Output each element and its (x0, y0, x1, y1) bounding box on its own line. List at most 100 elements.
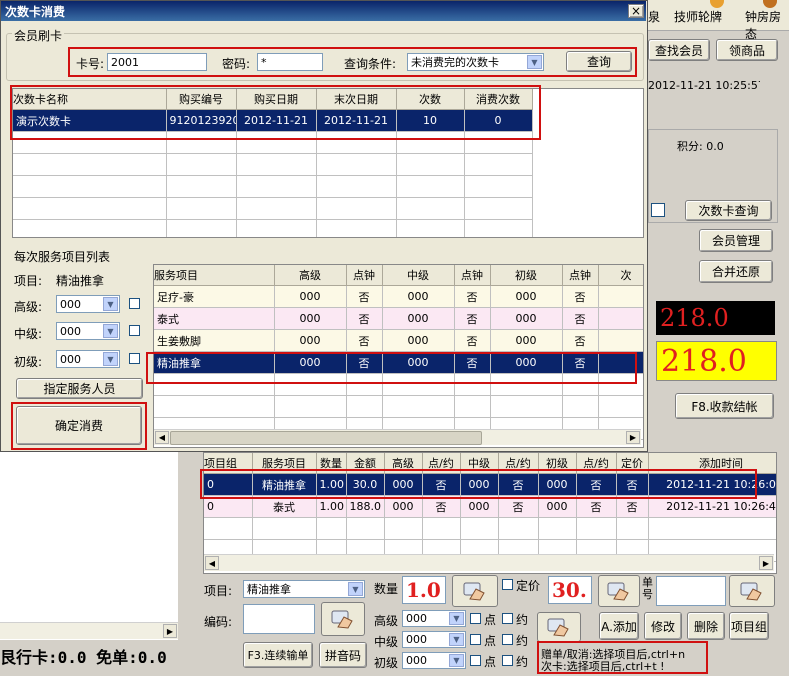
orders-header-cell[interactable]: 点/约 (498, 453, 539, 474)
services-row[interactable] (154, 395, 643, 418)
quantity-keypad-button[interactable] (452, 575, 498, 607)
member-management-button[interactable]: 会员管理 (699, 229, 773, 252)
middle-level-select[interactable]: 000 ▼ (402, 631, 466, 648)
services-header-cell[interactable]: 次 (598, 265, 643, 286)
scroll-left-icon[interactable]: ◀ (155, 431, 169, 444)
toolbar-room-status[interactable]: 钟房房态 (745, 8, 789, 42)
services-header-cell[interactable]: 高级 (274, 265, 347, 286)
chevron-down-icon[interactable]: ▼ (103, 297, 118, 311)
scroll-right-icon[interactable]: ▶ (163, 624, 177, 638)
modify-button[interactable]: 修改 (644, 612, 682, 640)
add-button[interactable]: A.添加 (599, 612, 639, 640)
scroll-thumb[interactable] (170, 431, 482, 445)
price-input[interactable]: 30. (548, 576, 592, 604)
fixed-price-checkbox[interactable] (502, 579, 513, 590)
search-member-button[interactable]: 查找会员 (648, 39, 710, 61)
cards-row[interactable] (13, 219, 533, 237)
orders-header-cell[interactable]: 初级 (538, 453, 577, 474)
middle-yue-checkbox[interactable] (502, 634, 513, 645)
senior-yue-checkbox[interactable] (502, 613, 513, 624)
services-header-cell[interactable]: 点钟 (346, 265, 383, 286)
chevron-down-icon[interactable]: ▼ (103, 324, 118, 338)
orders-header-cell[interactable]: 服务项目 (252, 453, 317, 474)
junior-select[interactable]: 000 ▼ (56, 350, 120, 368)
chevron-down-icon[interactable]: ▼ (527, 55, 542, 69)
cards-header-cell[interactable]: 消费次数 (464, 89, 533, 110)
orders-header-cell[interactable]: 添加时间 (648, 453, 776, 474)
senior-checkbox[interactable] (129, 298, 140, 309)
services-row[interactable]: 精油推拿000否000否000否1 (154, 351, 643, 374)
checkout-button[interactable]: F8.收款结帐 (675, 393, 774, 419)
cards-row[interactable] (13, 153, 533, 176)
orders-row[interactable]: 0 泰式 1.00 188.0 000 否 000 否 000 否否 2012-11-21 10:2… (204, 495, 776, 518)
orders-header-cell[interactable]: 金额 (346, 453, 385, 474)
services-header-cell[interactable]: 服务项目 (154, 265, 275, 286)
middle-select[interactable]: 000 ▼ (56, 322, 120, 340)
services-header-cell[interactable]: 中级 (382, 265, 455, 286)
orders-header-cell[interactable]: 项目组 (204, 453, 253, 474)
orders-header-cell[interactable]: 中级 (460, 453, 499, 474)
orders-header-cell[interactable]: 点/约 (576, 453, 617, 474)
query-button[interactable]: 查询 (566, 51, 632, 72)
card-query-button[interactable]: 次数卡查询 (685, 200, 772, 221)
services-header-cell[interactable]: 初级 (490, 265, 563, 286)
cards-header-cell[interactable]: 购买编号 (166, 89, 237, 110)
junior-dian-checkbox[interactable] (470, 655, 481, 666)
cards-header-cell[interactable]: 末次日期 (316, 89, 397, 110)
services-row[interactable]: 生姜敷脚000否000否000否1 (154, 329, 643, 352)
senior-select[interactable]: 000 ▼ (56, 295, 120, 313)
junior-yue-checkbox[interactable] (502, 655, 513, 666)
code-keypad-button[interactable] (321, 602, 365, 636)
senior-dian-checkbox[interactable] (470, 613, 481, 624)
single-no-input[interactable] (656, 576, 726, 606)
services-row[interactable] (154, 373, 643, 396)
delete-button[interactable]: 删除 (687, 612, 725, 640)
chevron-down-icon[interactable]: ▼ (103, 352, 118, 366)
scroll-right-icon[interactable]: ▶ (626, 431, 640, 444)
cards-header-cell[interactable]: 购买日期 (236, 89, 317, 110)
password-input[interactable]: * (257, 53, 323, 71)
services-row[interactable]: 足疗-豪000否000否000否1 (154, 285, 643, 308)
chevron-down-icon[interactable]: ▼ (348, 582, 363, 596)
senior-level-select[interactable]: 000 ▼ (402, 610, 466, 627)
dialog-titlebar[interactable] (1, 1, 646, 21)
price-keypad-button[interactable] (598, 575, 640, 607)
pinyin-code-button[interactable]: 拼音码 (319, 642, 367, 668)
toolbar-item-partial[interactable]: 泉 (648, 8, 660, 25)
take-goods-button[interactable]: 领商品 (716, 39, 778, 61)
services-header-cell[interactable]: 点钟 (562, 265, 599, 286)
services-row[interactable]: 泰式000否000否000否1 (154, 307, 643, 330)
continuous-entry-button[interactable]: F3.连续输单 (243, 642, 313, 668)
chevron-down-icon[interactable]: ▼ (449, 654, 464, 667)
middle-checkbox[interactable] (129, 325, 140, 336)
cards-header-cell[interactable]: 次数卡名称 (13, 89, 167, 110)
level-keypad-button[interactable] (537, 612, 581, 642)
code-input[interactable] (243, 604, 315, 634)
chevron-down-icon[interactable]: ▼ (449, 633, 464, 646)
card-number-input[interactable]: 2001 (107, 53, 207, 71)
assign-staff-button[interactable]: 指定服务人员 (16, 378, 143, 399)
merge-restore-button[interactable]: 合并还原 (699, 260, 773, 283)
confirm-consume-button[interactable]: 确定消费 (16, 406, 142, 445)
quantity-input[interactable]: 1.0 (402, 576, 446, 604)
cards-row[interactable] (13, 175, 533, 198)
orders-header-cell[interactable]: 定价 (616, 453, 649, 474)
panel-checkbox[interactable] (651, 203, 665, 217)
left-horizontal-scrollbar[interactable]: ▶ (0, 622, 178, 639)
chevron-down-icon[interactable]: ▼ (449, 612, 464, 625)
services-horizontal-scrollbar[interactable]: ◀ ▶ (154, 429, 641, 445)
orders-row[interactable]: 0 精油推拿 1.00 30.0 000 否 000 否 000 否否 2012-11-21 10:… (204, 473, 776, 496)
close-icon[interactable]: × (628, 4, 644, 18)
toolbar-technician-rotation[interactable]: 技师轮牌 (674, 8, 722, 25)
cards-header-cell[interactable]: 次数 (396, 89, 465, 110)
orders-header-cell[interactable]: 数量 (316, 453, 347, 474)
services-header-cell[interactable]: 点钟 (454, 265, 491, 286)
cards-row[interactable] (13, 131, 533, 154)
middle-dian-checkbox[interactable] (470, 634, 481, 645)
query-condition-select[interactable]: 未消费完的次数卡 ▼ (407, 53, 544, 71)
cards-row[interactable]: 演示次数卡 9120123920 2012-11-21 2012-11-21 10 0 (13, 109, 533, 132)
junior-level-select[interactable]: 000 ▼ (402, 652, 466, 669)
item-group-button[interactable]: 项目组 (729, 612, 769, 640)
orders-header-cell[interactable]: 点/约 (422, 453, 461, 474)
orders-row[interactable] (204, 517, 776, 540)
